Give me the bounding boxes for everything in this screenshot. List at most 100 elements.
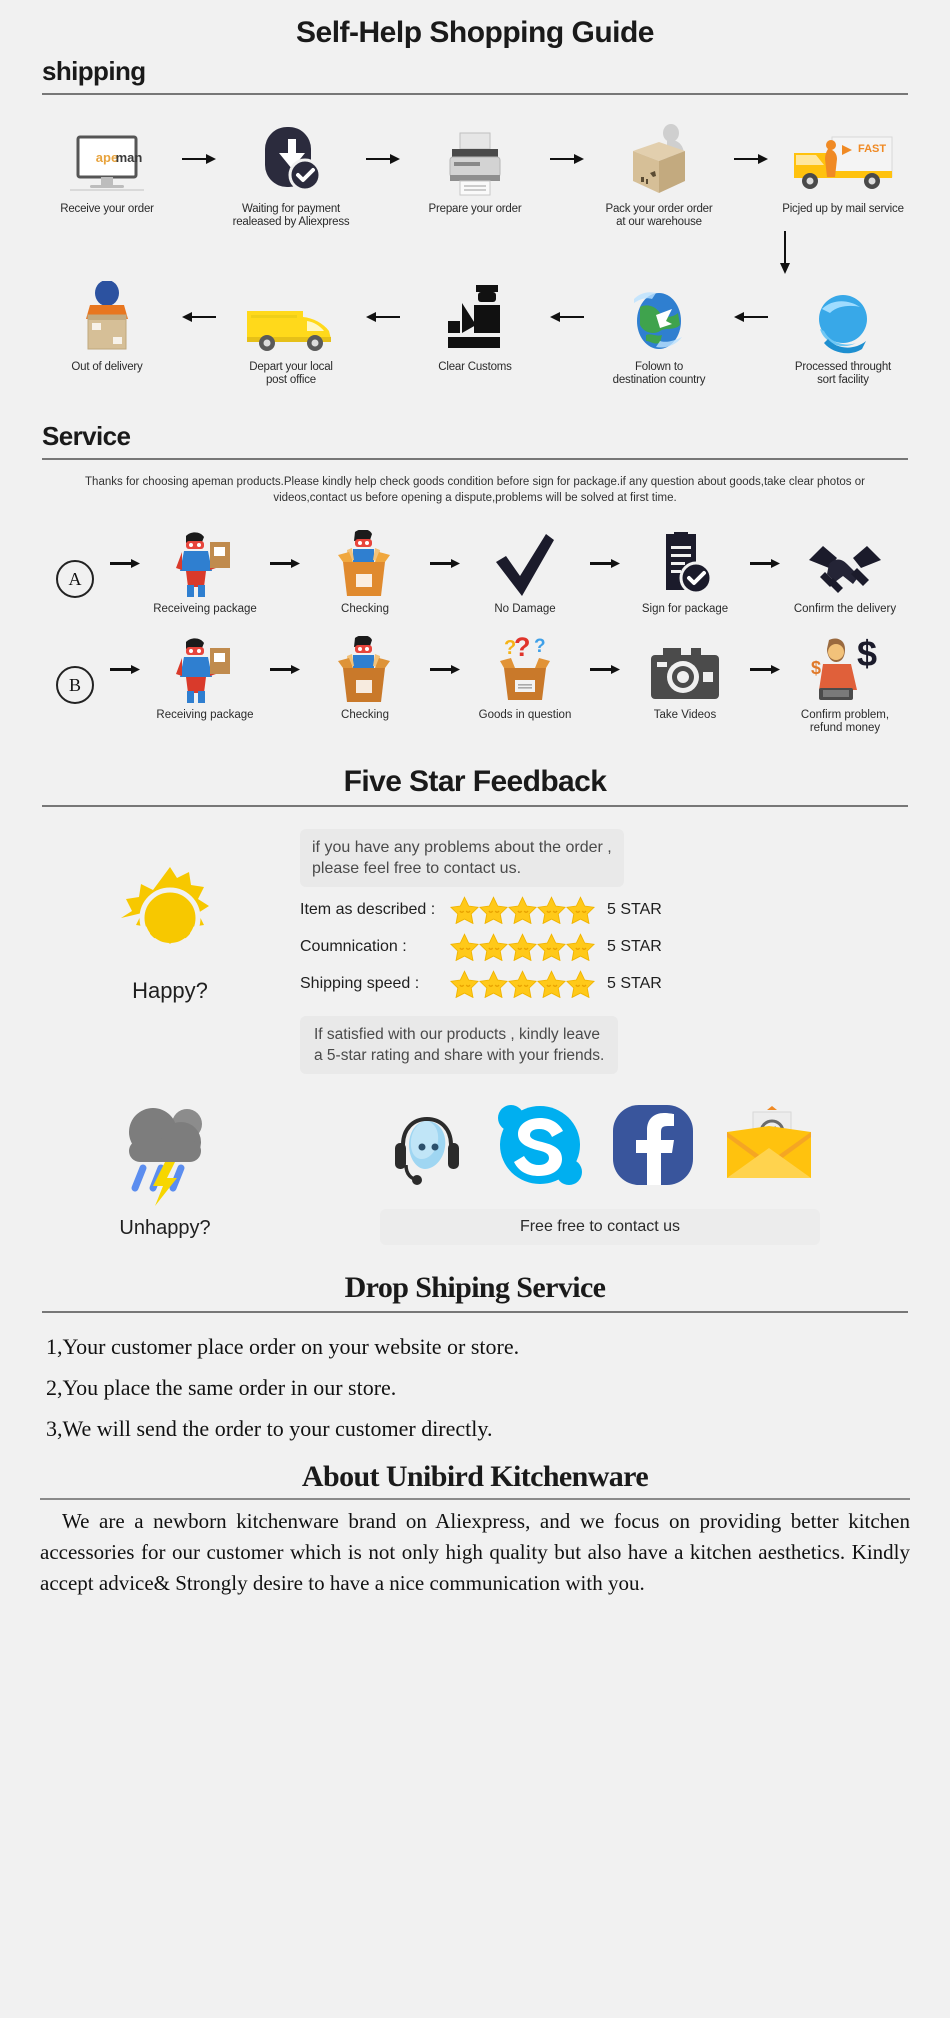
divider — [42, 458, 908, 460]
shipping-step-label: Depart your local post office — [249, 361, 333, 386]
section-heading-service: Service — [42, 421, 131, 451]
dropship-step: 1,Your customer place order on your webs… — [46, 1334, 520, 1359]
shipping-flow-row-1: ape man Receive your order $ — [0, 121, 950, 229]
arrow-left-icon — [362, 279, 404, 355]
star-rating — [450, 970, 595, 998]
service-step-label: Confirm the delivery — [793, 603, 897, 615]
facebook-icon[interactable] — [611, 1103, 695, 1192]
feedback-block: Happy? if you have any problems about th… — [0, 807, 950, 1074]
packing-box-icon — [619, 121, 699, 197]
arrow-right-icon — [585, 528, 625, 598]
printer-icon — [444, 121, 506, 197]
rain-cloud-icon — [113, 1102, 217, 1213]
section-heading-shipping: shipping — [42, 56, 146, 86]
shipping-step-label: Out of delivery — [71, 361, 143, 373]
arrow-right-icon — [178, 121, 220, 197]
service-step-no-damage: No Damage — [465, 528, 585, 616]
svg-text:?: ? — [514, 634, 531, 662]
dropship-step: 3,We will send the order to your custome… — [46, 1416, 493, 1441]
hero-in-box-icon — [335, 634, 395, 704]
shipping-step-label: Picjed up by mail service — [782, 203, 904, 215]
hero-with-package-icon — [174, 528, 236, 598]
shipping-step-label: Waiting for payment realeased by Aliexpr… — [232, 203, 350, 228]
rating-value: 5 STAR — [607, 938, 662, 955]
arrow-left-icon — [178, 279, 220, 355]
service-step-receiving-package: Receiveing package — [145, 528, 265, 616]
shipping-step-label: Pack your order order at our warehouse — [605, 203, 713, 228]
service-step-label: Checking — [341, 709, 389, 721]
contact-block: Unhappy? Free free to contact us — [0, 1074, 950, 1245]
feedback-bubble-top: if you have any problems about the order… — [300, 829, 624, 887]
arrow-right-icon — [425, 528, 465, 598]
shipping-step-clear-customs: Clear Customs — [404, 279, 546, 374]
globe-plane-icon — [626, 279, 692, 355]
shipping-step-depart-post-office: Depart your local post office — [220, 279, 362, 387]
arrow-right-icon — [730, 121, 772, 197]
svg-text:man: man — [116, 150, 143, 165]
shipping-step-waiting-payment: $ Waiting for payment realeased by Aliex… — [220, 121, 362, 229]
star-icon — [537, 896, 566, 924]
service-step-label: Take Videos — [653, 709, 717, 721]
svg-text:?: ? — [534, 636, 546, 657]
sun-icon — [116, 865, 224, 974]
page-title: Self-Help Shopping Guide — [296, 16, 655, 49]
shipping-step-label: Prepare your order — [428, 203, 522, 215]
star-icon — [508, 896, 537, 924]
star-icon — [479, 933, 508, 961]
star-rating — [450, 933, 595, 961]
star-icon — [508, 933, 537, 961]
arrow-down-icon — [620, 231, 950, 275]
service-note: Thanks for choosing apeman products.Plea… — [85, 476, 865, 504]
service-step-label: Goods in question — [478, 709, 572, 721]
delivery-truck-icon: FAST — [788, 121, 898, 197]
arrow-right-icon — [585, 634, 625, 704]
arrow-left-icon — [546, 279, 588, 355]
arrow-left-icon — [730, 279, 772, 355]
service-step-label: Checking — [341, 603, 389, 615]
star-icon — [566, 970, 595, 998]
shipping-step-pack-order: Pack your order order at our warehouse — [588, 121, 730, 229]
badge-letter: A — [56, 560, 94, 598]
star-icon — [537, 970, 566, 998]
arrow-right-icon — [546, 121, 588, 197]
camera-icon — [649, 634, 721, 704]
contact-channels — [385, 1102, 815, 1193]
service-step-goods-in-question: ? ? ? Goods in question — [465, 634, 585, 722]
shipping-step-picked-up: FAST Picjed up by mail service — [772, 121, 914, 216]
arrow-right-icon — [265, 634, 305, 704]
skype-icon[interactable] — [497, 1102, 583, 1193]
rating-row: Coumnication : 5 STAR — [300, 933, 910, 961]
rating-label: Shipping speed : — [300, 975, 420, 992]
star-icon — [450, 970, 479, 998]
feedback-right: if you have any problems about the order… — [300, 825, 910, 1074]
payment-shield-icon: $ — [255, 121, 327, 197]
refund-agent-icon: $ $ — [807, 634, 883, 704]
arrow-right-icon — [105, 634, 145, 704]
contact-us-button[interactable]: Free free to contact us — [380, 1209, 820, 1245]
shipping-step-flown-destination: Folown to destination country — [588, 279, 730, 387]
service-step-label: No Damage — [494, 603, 556, 615]
shipping-step-out-for-delivery: Out of delivery — [36, 279, 178, 374]
email-icon[interactable] — [723, 1106, 815, 1189]
guide-page: Self-Help Shopping Guide shipping ape ma… — [0, 0, 950, 2018]
signed-document-icon — [656, 528, 714, 598]
question-box-icon: ? ? ? — [494, 634, 556, 704]
sort-facility-icon — [810, 279, 876, 355]
star-icon — [450, 933, 479, 961]
arrow-right-icon — [105, 528, 145, 598]
service-flow-row-b: B Receiving package Checking ? ? ? Goods… — [0, 634, 950, 735]
star-icon — [566, 896, 595, 924]
service-step-checking: Checking — [305, 528, 425, 616]
service-step-take-videos: Take Videos — [625, 634, 745, 722]
rating-row: Shipping speed : 5 STAR — [300, 970, 910, 998]
arrow-right-icon — [425, 634, 465, 704]
service-step-label: Receiveing package — [153, 603, 257, 615]
svg-text:FAST: FAST — [858, 143, 886, 155]
support-headset-icon[interactable] — [385, 1103, 469, 1192]
badge-letter: B — [56, 666, 94, 704]
star-icon — [537, 933, 566, 961]
star-icon — [479, 970, 508, 998]
svg-text:$: $ — [857, 634, 877, 674]
svg-text:$: $ — [811, 658, 821, 678]
rating-value: 5 STAR — [607, 975, 662, 992]
